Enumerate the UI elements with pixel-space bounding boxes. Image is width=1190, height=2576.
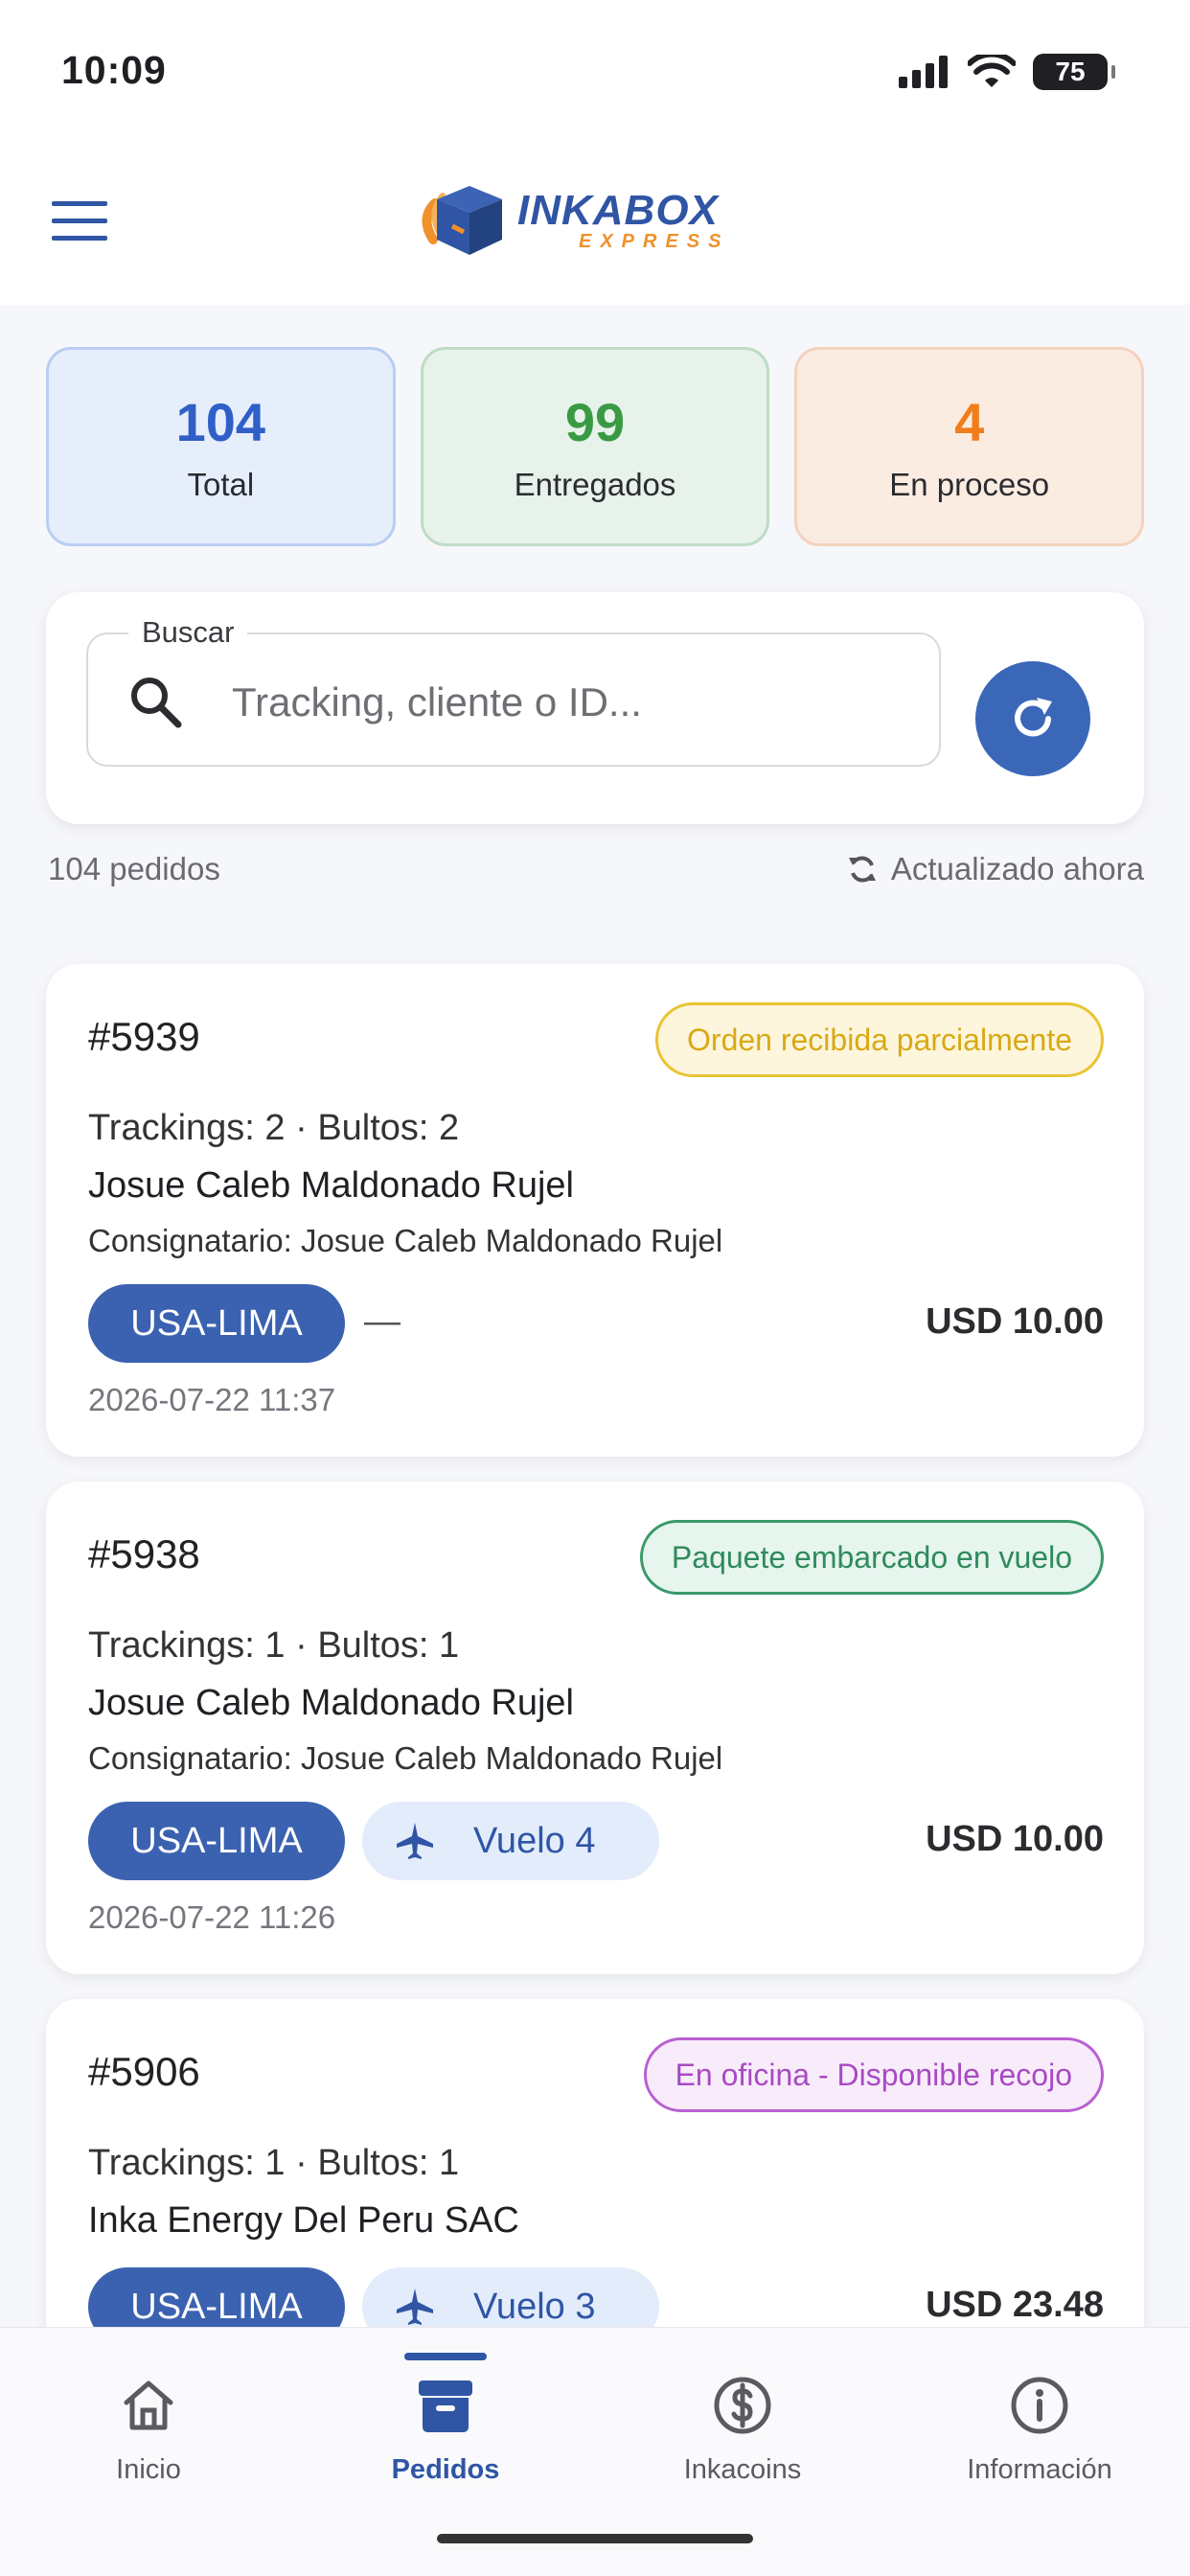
flight-label: Vuelo 4	[473, 1820, 596, 1861]
home-icon	[124, 2380, 173, 2430]
logo-main-text: INKABOX	[517, 187, 719, 234]
nav-item-inkacoins[interactable]: Inkacoins	[628, 2372, 858, 2486]
updated-status: Actualizado ahora	[845, 851, 1144, 887]
airplane-icon	[397, 1823, 433, 1859]
stat-total-value: 104	[175, 391, 266, 452]
stat-delivered-value: 99	[564, 391, 626, 452]
order-amount: USD 10.00	[926, 1819, 1104, 1859]
search-card: Buscar	[46, 592, 1144, 824]
order-trackings: Trackings: 2 · Bultos: 2	[88, 1108, 460, 1148]
status-time: 10:09	[61, 48, 167, 92]
order-trackings: Trackings: 1 · Bultos: 1	[88, 2143, 460, 2183]
status-badge: Orden recibida parcialmente	[655, 1002, 1104, 1077]
inkabox-logo: INKABOX EXPRESS	[414, 180, 729, 261]
orders-count: 104 pedidos	[48, 851, 220, 886]
stat-in-process-card[interactable]: 4 En proceso	[794, 347, 1145, 546]
menu-button[interactable]	[52, 201, 107, 243]
order-id: #5906	[88, 2049, 200, 2094]
status-icons: 75	[899, 54, 1115, 90]
order-card[interactable]: #5939 Orden recibida parcialmente Tracki…	[46, 964, 1144, 1457]
archive-box-icon	[419, 2380, 472, 2432]
order-id: #5938	[88, 1531, 200, 1576]
search-icon	[131, 678, 182, 728]
stat-delivered-card[interactable]: 99 Entregados	[420, 347, 770, 546]
flight-label: Vuelo 3	[473, 2286, 596, 2327]
order-consignee: Consignatario: Josue Caleb Maldonado Ruj…	[88, 1223, 723, 1258]
airplane-icon	[397, 2288, 433, 2325]
refresh-icon	[1015, 698, 1052, 737]
stat-total-label: Total	[187, 466, 255, 502]
order-card[interactable]: #5938 Paquete embarcado en vuelo Trackin…	[46, 1482, 1144, 1974]
updated-text: Actualizado ahora	[890, 851, 1144, 886]
route-badge: USA-LIMA	[88, 1802, 345, 1880]
wifi-icon	[968, 55, 1016, 87]
order-id: #5939	[88, 1014, 200, 1059]
search-input[interactable]	[232, 669, 903, 736]
refresh-button[interactable]	[975, 661, 1090, 776]
menu-icon	[52, 201, 107, 206]
logo-sub-text: EXPRESS	[579, 231, 730, 252]
battery-icon: 75	[1033, 54, 1115, 90]
order-date: 2026-07-22 11:26	[88, 1899, 336, 1935]
nav-item-inicio[interactable]: Inicio	[34, 2372, 263, 2486]
nav-label-inkacoins: Inkacoins	[683, 2454, 802, 2485]
search-field[interactable]: Buscar	[86, 615, 941, 767]
nav-label-inicio: Inicio	[116, 2454, 181, 2485]
nav-label-informacion: Información	[967, 2454, 1112, 2485]
status-bar: 10:09 75	[0, 0, 1190, 144]
home-indicator[interactable]	[437, 2534, 753, 2543]
app-bar: INKABOX EXPRESS	[0, 144, 1190, 305]
stat-total-card[interactable]: 104 Total	[46, 347, 396, 546]
menu-icon-line	[52, 218, 107, 223]
stat-in-process-value: 4	[954, 391, 985, 452]
order-client: Josue Caleb Maldonado Rujel	[88, 1683, 574, 1723]
nav-item-informacion[interactable]: Información	[925, 2372, 1155, 2486]
stat-in-process-label: En proceso	[889, 466, 1050, 502]
status-badge: En oficina - Disponible recojo	[643, 2037, 1104, 2112]
order-amount: USD 10.00	[926, 1301, 1104, 1342]
flight-empty: —	[364, 1301, 400, 1342]
nav-label-pedidos: Pedidos	[391, 2454, 500, 2485]
sync-icon	[848, 856, 876, 883]
menu-icon-line	[52, 236, 107, 241]
results-meta: 104 pedidos Actualizado ahora	[48, 847, 1144, 889]
order-consignee: Consignatario: Josue Caleb Maldonado Ruj…	[88, 1740, 723, 1776]
stat-delivered-label: Entregados	[514, 466, 676, 502]
dollar-coin-icon	[714, 2377, 771, 2434]
nav-item-pedidos[interactable]: Pedidos	[331, 2372, 561, 2486]
active-tab-indicator	[404, 2353, 487, 2360]
status-badge: Paquete embarcado en vuelo	[639, 1520, 1104, 1595]
search-label: Buscar	[128, 615, 248, 650]
stats-row: 104 Total 99 Entregados 4 En proceso	[46, 347, 1145, 546]
order-date: 2026-07-22 11:37	[88, 1382, 336, 1417]
order-trackings: Trackings: 1 · Bultos: 1	[88, 1625, 460, 1666]
box-logo-icon	[422, 186, 502, 255]
info-icon	[1011, 2377, 1068, 2434]
order-client: Inka Energy Del Peru SAC	[88, 2200, 519, 2241]
order-client: Josue Caleb Maldonado Rujel	[88, 1165, 574, 1206]
signal-icon	[899, 56, 948, 88]
flight-badge: Vuelo 4	[362, 1802, 659, 1880]
order-amount: USD 23.48	[926, 2285, 1104, 2325]
route-badge: USA-LIMA	[88, 1284, 345, 1363]
